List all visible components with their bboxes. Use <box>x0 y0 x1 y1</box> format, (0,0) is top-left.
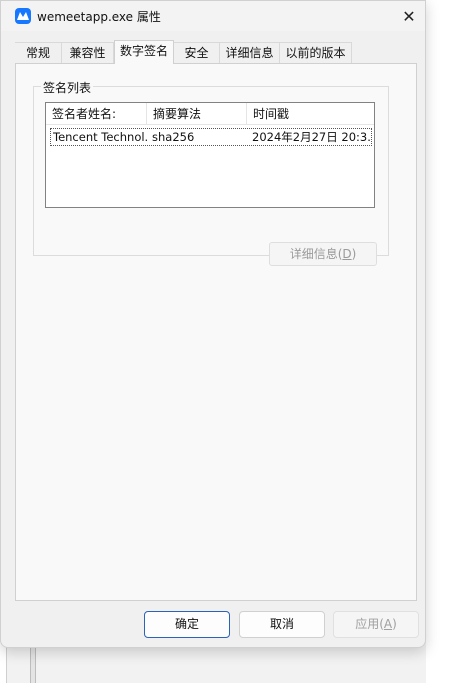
column-header-digest[interactable]: 摘要算法 <box>147 103 247 125</box>
signer-cell: Tencent Technol... <box>53 130 147 144</box>
signature-list-group: 签名列表 签名者姓名: 摘要算法 时间戳 Tencent Technol... … <box>33 79 389 266</box>
listview-header: 签名者姓名: 摘要算法 时间戳 <box>46 103 374 125</box>
close-icon[interactable]: ✕ <box>393 1 425 31</box>
tab-general[interactable]: 常规 <box>15 42 62 63</box>
properties-dialog: wemeetapp.exe 属性 ✕ 常规 兼容性 数字签名 安全 详细信息 以… <box>0 0 426 648</box>
signature-list-label: 签名列表 <box>41 79 94 96</box>
tab-security[interactable]: 安全 <box>174 42 220 63</box>
title-bar[interactable]: wemeetapp.exe 属性 ✕ <box>1 1 425 31</box>
window-title: wemeetapp.exe 属性 <box>37 10 161 24</box>
digital-signatures-panel: 签名列表 签名者姓名: 摘要算法 时间戳 Tencent Technol... … <box>15 63 417 601</box>
tab-digital-signatures[interactable]: 数字签名 <box>114 40 174 64</box>
signature-details-button[interactable]: 详细信息(D) <box>269 242 377 266</box>
apply-button[interactable]: 应用(A) <box>333 611 419 638</box>
column-header-signer[interactable]: 签名者姓名: <box>46 103 147 125</box>
background-window-edge <box>30 648 36 683</box>
timestamp-cell: 2024年2月27日 20:3... <box>252 130 370 144</box>
cancel-button[interactable]: 取消 <box>239 611 325 638</box>
table-row[interactable]: Tencent Technol... sha256 2024年2月27日 20:… <box>50 128 372 146</box>
ok-button[interactable]: 确定 <box>144 611 230 638</box>
tab-details[interactable]: 详细信息 <box>220 42 280 63</box>
digest-cell: sha256 <box>152 130 195 144</box>
tab-previous-versions[interactable]: 以前的版本 <box>280 42 352 63</box>
signature-listview[interactable]: 签名者姓名: 摘要算法 时间戳 Tencent Technol... sha25… <box>45 102 375 208</box>
column-header-timestamp[interactable]: 时间戳 <box>247 103 374 125</box>
wemeet-app-icon <box>15 8 31 24</box>
tab-compatibility[interactable]: 兼容性 <box>62 42 114 63</box>
